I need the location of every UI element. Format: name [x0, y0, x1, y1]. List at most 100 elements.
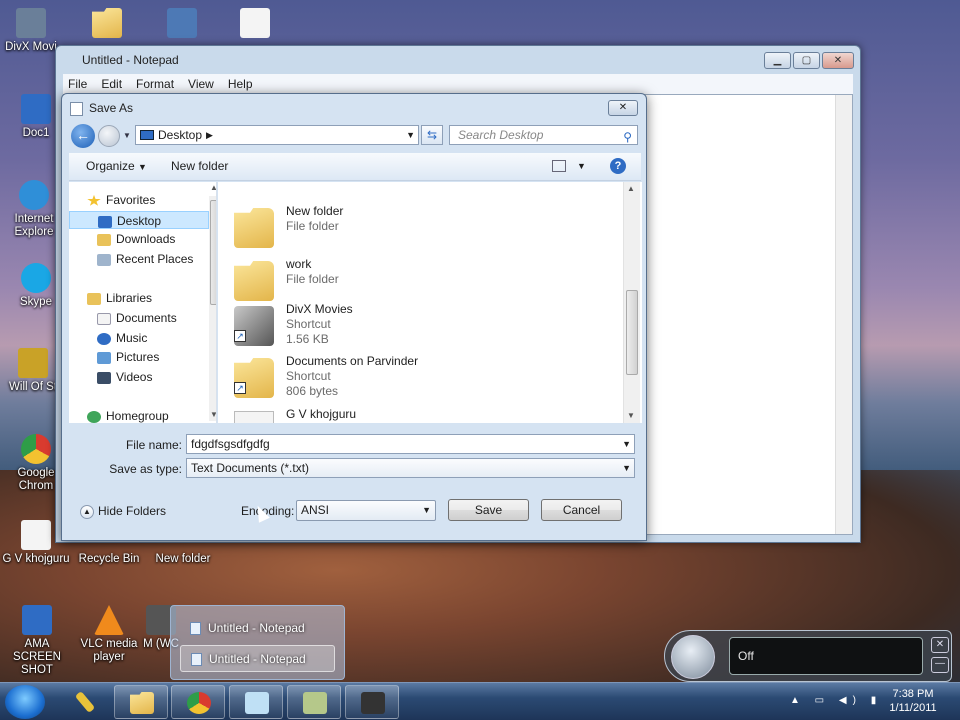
desktop-icon-ama[interactable]: AMA SCREEN SHOT: [0, 605, 74, 677]
taskbar-notepad[interactable]: [229, 685, 283, 719]
desktop-location-icon: [140, 130, 154, 140]
pictures-icon: [97, 351, 111, 364]
forward-button[interactable]: [98, 125, 120, 147]
maximize-button[interactable]: ▢: [793, 52, 820, 69]
scroll-thumb[interactable]: [210, 200, 216, 305]
taskbar-chrome[interactable]: [171, 685, 225, 719]
desktop-icon-vlc[interactable]: VLC media player: [72, 605, 146, 664]
nav-homegroup[interactable]: Homegroup: [87, 407, 169, 423]
search-icon[interactable]: ⚲: [623, 128, 632, 146]
start-button[interactable]: [5, 685, 45, 719]
folder-icon: [130, 692, 154, 714]
file-list-scrollbar[interactable]: ▲ ▼: [623, 182, 640, 423]
chevron-down-icon[interactable]: ▼: [622, 435, 631, 453]
nav-desktop[interactable]: Desktop: [69, 211, 209, 229]
menu-view[interactable]: View: [188, 74, 214, 94]
nav-libraries[interactable]: Libraries: [87, 289, 152, 307]
divx-shortcut-icon: ↗: [234, 306, 274, 346]
organize-button[interactable]: Organize ▼: [86, 153, 147, 180]
nav-recent-places[interactable]: Recent Places: [97, 250, 193, 268]
address-dropdown-icon[interactable]: ▼: [406, 126, 415, 144]
downloads-folder-icon: [97, 233, 111, 246]
view-dropdown-icon[interactable]: ▼: [577, 153, 586, 179]
save-type-value: Text Documents (*.txt): [191, 461, 310, 475]
star-icon: [87, 194, 101, 206]
breadcrumb-arrow-icon[interactable]: ▶: [206, 126, 213, 144]
cancel-button[interactable]: Cancel: [541, 499, 622, 521]
popup-window-item[interactable]: Untitled - Notepad: [180, 645, 335, 672]
minimize-button[interactable]: ▁: [764, 52, 791, 69]
scroll-thumb[interactable]: [626, 290, 638, 375]
scroll-down-arrow-icon[interactable]: ▼: [210, 410, 216, 419]
menu-file[interactable]: File: [68, 74, 87, 94]
chevron-down-icon: ▼: [138, 162, 147, 172]
chrome-icon: [21, 434, 51, 464]
nav-pictures[interactable]: Pictures: [97, 348, 159, 366]
homegroup-icon: [87, 410, 101, 423]
recent-locations-dropdown[interactable]: ▼: [123, 131, 131, 140]
address-desktop[interactable]: Desktop: [158, 128, 202, 142]
text-file-icon: [21, 520, 51, 550]
save-as-dialog: Save As ✕ ← ▼ Desktop ▶ ▼ ⇆ Search Deskt…: [61, 93, 647, 541]
vlc-cone-icon: [94, 605, 124, 635]
notepad-icon: [70, 102, 83, 116]
file-name-field[interactable]: fdgdfsgsdfgdfg ▼: [186, 434, 635, 454]
nav-documents[interactable]: Documents: [97, 309, 177, 327]
documents-icon: [97, 312, 111, 325]
address-bar[interactable]: Desktop ▶ ▼: [135, 125, 419, 145]
folder-icon: [234, 261, 274, 301]
search-input[interactable]: Search Desktop ⚲: [449, 125, 638, 145]
popup-window-item[interactable]: Untitled - Notepad: [180, 615, 335, 642]
taskbar-camera[interactable]: [345, 685, 399, 719]
hide-folders-button[interactable]: ▲ Hide Folders: [80, 504, 166, 519]
menu-help[interactable]: Help: [228, 74, 253, 94]
clock[interactable]: 7:38 PM 1/11/2011: [878, 687, 948, 715]
libraries-icon: [87, 292, 101, 305]
pencil-icon: [74, 691, 96, 713]
file-list: New folder File folder work File folder …: [218, 182, 642, 423]
notepad-icon: [190, 622, 201, 635]
taskbar-thumbnail-popup: Untitled - Notepad Untitled - Notepad: [170, 605, 345, 680]
taskbar-app[interactable]: [287, 685, 341, 719]
vertical-scrollbar[interactable]: [835, 95, 852, 534]
dialog-title: Save As: [89, 101, 134, 115]
encoding-select[interactable]: ANSI ▼: [296, 500, 436, 521]
menu-format[interactable]: Format: [136, 74, 174, 94]
change-view-icon[interactable]: [552, 160, 566, 172]
nav-pane-scrollbar[interactable]: ▲ ▼: [209, 183, 216, 421]
desktop-icon-folder[interactable]: [70, 8, 144, 41]
refresh-button[interactable]: ⇆: [421, 125, 443, 145]
nav-favorites[interactable]: Favorites: [87, 191, 155, 209]
scroll-down-arrow-icon[interactable]: ▼: [627, 411, 635, 420]
save-type-select[interactable]: Text Documents (*.txt) ▼: [186, 458, 635, 478]
new-folder-button[interactable]: New folder: [171, 153, 228, 179]
nav-videos[interactable]: Videos: [97, 368, 152, 386]
scroll-up-arrow-icon[interactable]: ▲: [627, 184, 635, 193]
desktop-icon-computer[interactable]: [145, 8, 219, 41]
notepad-title: Untitled - Notepad: [82, 53, 179, 67]
nav-music[interactable]: Music: [97, 329, 147, 347]
scroll-up-arrow-icon[interactable]: ▲: [210, 183, 216, 192]
help-icon[interactable]: ?: [610, 158, 626, 174]
computer-icon: [167, 8, 197, 38]
chevron-down-icon[interactable]: ▼: [422, 501, 431, 520]
minimize-icon[interactable]: —: [931, 657, 949, 673]
desktop-icon-document[interactable]: [218, 8, 292, 41]
chevron-down-icon[interactable]: ▼: [622, 459, 631, 477]
taskbar: ▲ ▭ ◀) ▮ 7:38 PM 1/11/2011: [0, 682, 960, 720]
close-button[interactable]: ✕: [822, 52, 854, 69]
menu-edit[interactable]: Edit: [101, 74, 122, 94]
close-icon[interactable]: ✕: [931, 637, 949, 653]
notepad-icon: [191, 653, 202, 666]
back-button[interactable]: ←: [71, 124, 95, 148]
system-tray[interactable]: ▲ ▭ ◀) ▮: [790, 695, 882, 706]
game-icon: [18, 348, 48, 378]
save-button[interactable]: Save: [448, 499, 529, 521]
taskbar-pencil[interactable]: [57, 685, 111, 719]
nav-downloads[interactable]: Downloads: [97, 230, 175, 248]
taskbar-explorer[interactable]: [114, 685, 168, 719]
microphone-icon[interactable]: [671, 635, 715, 679]
divx-icon: [16, 8, 46, 38]
word-doc-icon: [22, 605, 52, 635]
dialog-close-button[interactable]: ✕: [608, 100, 638, 116]
